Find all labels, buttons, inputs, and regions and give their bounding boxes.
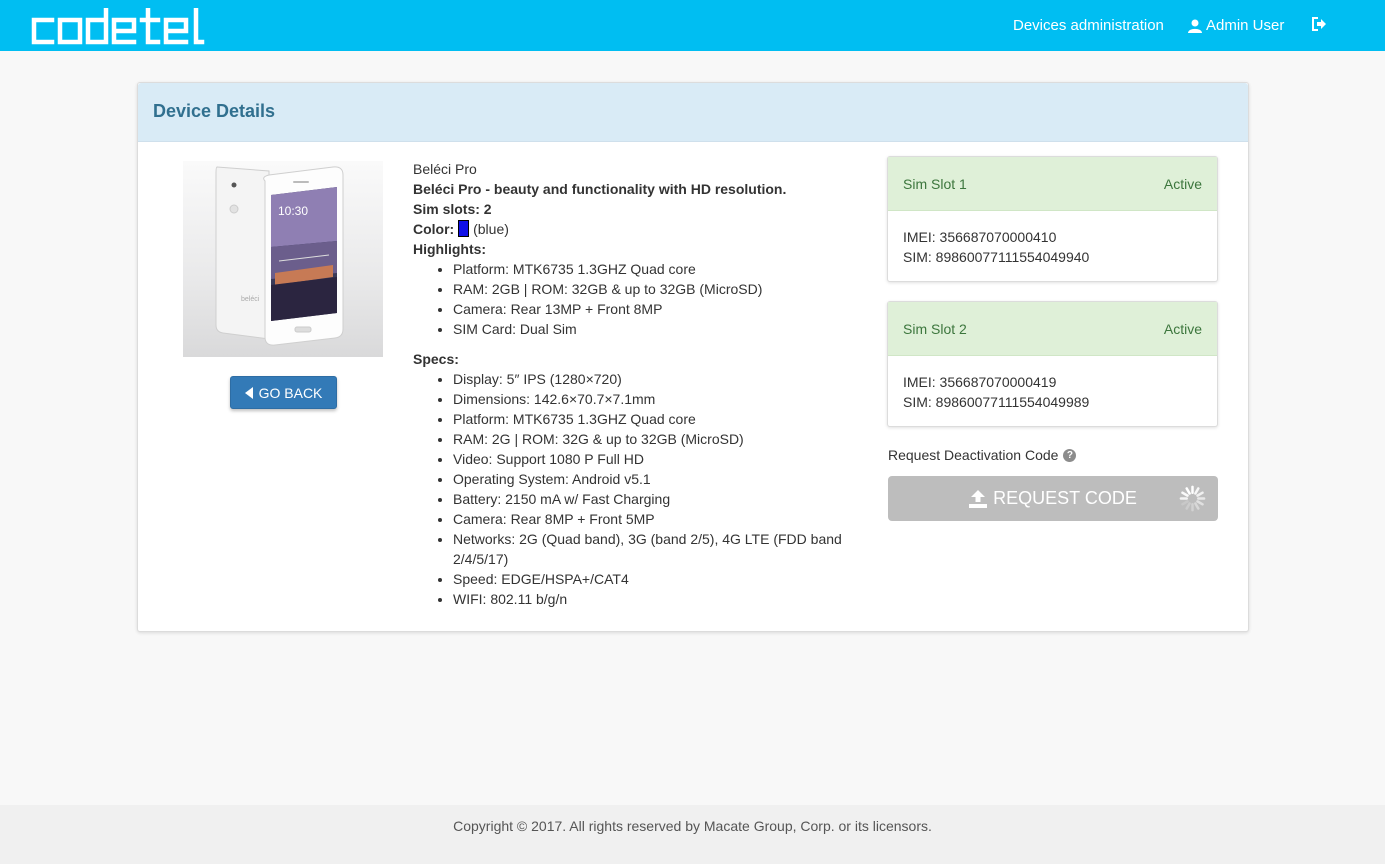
request-code-label: REQUEST CODE — [993, 488, 1137, 508]
list-item: Camera: Rear 8MP + Front 5MP — [453, 509, 843, 529]
request-deactivation-label: Request Deactivation Code ? — [888, 447, 1077, 463]
sim-slot-title: Sim Slot 1 — [903, 175, 967, 192]
sim-slots-value: 2 — [483, 201, 492, 217]
top-navbar: codetel Devices administration Admin Use… — [0, 0, 1385, 51]
user-name: Admin User — [1206, 17, 1285, 34]
list-item: WIFI: 802.11 b/g/n — [453, 589, 843, 609]
sim-slot-title: Sim Slot 2 — [903, 320, 967, 337]
list-item: SIM Card: Dual Sim — [453, 319, 843, 339]
sim-slots-line: Sim slots: 2 — [413, 201, 492, 217]
panel-heading: Device Details — [138, 83, 1248, 142]
color-swatch — [458, 220, 470, 237]
device-description: Beléci Pro Beléci Pro - beauty and funct… — [413, 159, 843, 609]
question-circle-icon[interactable]: ? — [1063, 448, 1077, 462]
request-deactivation-text: Request Deactivation Code — [888, 447, 1059, 463]
nav-user-menu[interactable]: Admin User — [1188, 17, 1284, 34]
specs-heading: Specs: — [413, 351, 459, 367]
specs-list: Display: 5″ IPS (1280×720) Dimensions: 1… — [413, 369, 843, 609]
phone-screen-time: 10:30 — [278, 204, 308, 218]
device-tagline: Beléci Pro - beauty and functionality wi… — [413, 181, 787, 197]
panel-title: Device Details — [153, 101, 276, 121]
list-item: Battery: 2150 mA w/ Fast Charging — [453, 489, 843, 509]
list-item: Video: Support 1080 P Full HD — [453, 449, 843, 469]
sim-slot-header: Sim Slot 1 Active — [888, 157, 1217, 211]
sim-slot-1-card: Sim Slot 1 Active IMEI: 356687070000410 … — [887, 156, 1218, 282]
list-item: Operating System: Android v5.1 — [453, 469, 843, 489]
device-image: beléci 10:30 — [183, 161, 383, 357]
list-item: Networks: 2G (Quad band), 3G (band 2/5),… — [453, 529, 843, 569]
sim-imei: IMEI: 356687070000419 — [903, 374, 1057, 390]
list-item: RAM: 2G | ROM: 32G & up to 32GB (MicroSD… — [453, 429, 843, 449]
color-name: (blue) — [473, 221, 509, 237]
color-line: Color: (blue) — [413, 220, 509, 237]
codetel-logo[interactable]: codetel — [30, 8, 220, 46]
sim-slot-header: Sim Slot 2 Active — [888, 302, 1217, 356]
sim-slot-body: IMEI: 356687070000410 SIM: 8986007711155… — [888, 211, 1217, 281]
highlights-list: Platform: MTK6735 1.3GHZ Quad core RAM: … — [413, 259, 843, 339]
logout-button[interactable] — [1311, 16, 1327, 36]
list-item: Camera: Rear 13MP + Front 8MP — [453, 299, 843, 319]
phone-illustration: beléci 10:30 — [215, 166, 344, 346]
sim-imei: IMEI: 356687070000410 — [903, 229, 1057, 245]
sim-slot-body: IMEI: 356687070000419 SIM: 8986007711155… — [888, 356, 1217, 426]
upload-icon — [969, 489, 988, 508]
sim-slot-2-card: Sim Slot 2 Active IMEI: 356687070000419 … — [887, 301, 1218, 427]
list-item: Speed: EDGE/HSPA+/CAT4 — [453, 569, 843, 589]
list-item: Display: 5″ IPS (1280×720) — [453, 369, 843, 389]
list-item: RAM: 2GB | ROM: 32GB & up to 32GB (Micro… — [453, 279, 843, 299]
device-details-panel: Device Details beléci 10:30 GO BACK Belé — [137, 82, 1249, 632]
list-item: Platform: MTK6735 1.3GHZ Quad core — [453, 259, 843, 279]
phone-brand-mark: beléci — [241, 296, 260, 303]
nav-devices-administration[interactable]: Devices administration — [1013, 17, 1164, 34]
go-back-label: GO BACK — [258, 384, 323, 401]
triangle-left-icon — [244, 386, 253, 399]
logo-text: codetel — [30, 8, 34, 9]
sim-status-badge: Active — [1163, 175, 1202, 192]
go-back-button[interactable]: GO BACK — [230, 376, 337, 409]
list-item: Dimensions: 142.6×70.7×7.1mm — [453, 389, 843, 409]
spinner-icon — [1179, 485, 1206, 512]
list-item: Platform: MTK6735 1.3GHZ Quad core — [453, 409, 843, 429]
sim-status-badge: Active — [1163, 320, 1202, 337]
footer: Copyright © 2017. All rights reserved by… — [0, 805, 1385, 864]
request-code-button[interactable]: REQUEST CODE — [888, 476, 1218, 521]
device-name: Beléci Pro — [413, 161, 477, 177]
highlights-heading: Highlights: — [413, 241, 487, 257]
sim-number: SIM: 89860077111554049989 — [903, 394, 1090, 410]
logout-icon — [1312, 17, 1326, 31]
sim-number: SIM: 89860077111554049940 — [903, 249, 1090, 265]
footer-copyright: Copyright © 2017. All rights reserved by… — [453, 818, 932, 834]
user-icon — [1188, 19, 1202, 33]
